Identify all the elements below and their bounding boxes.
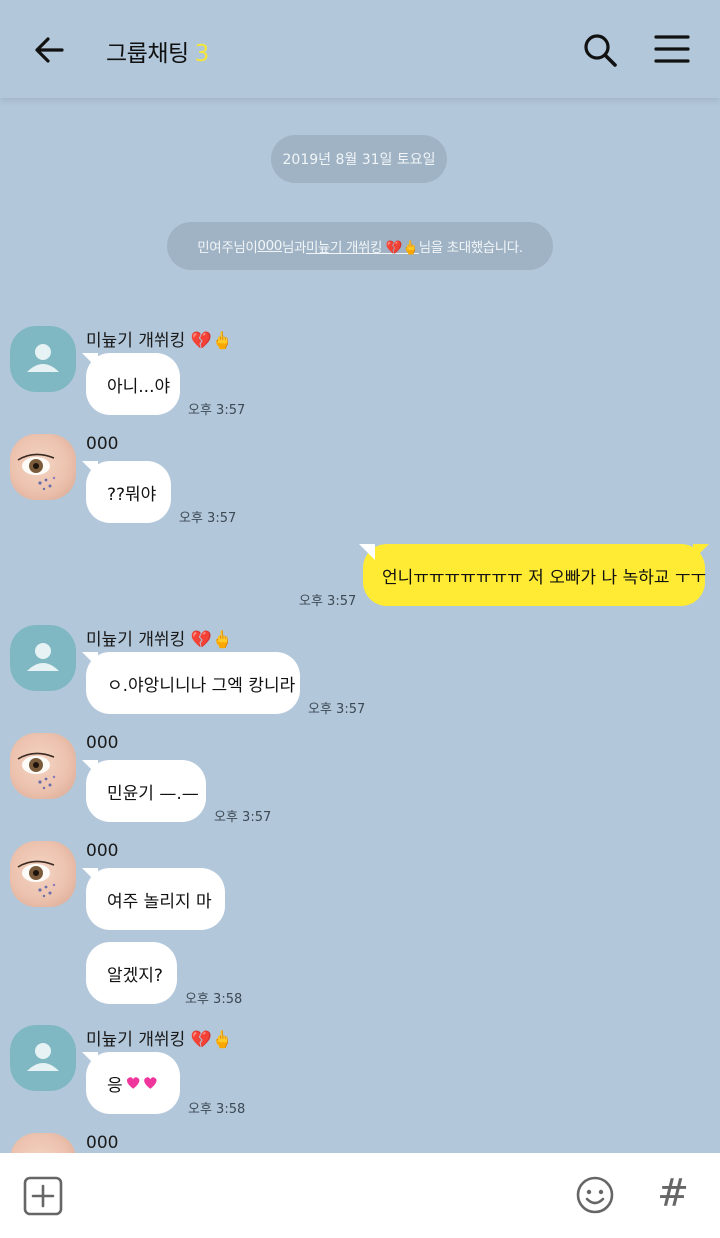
message-text: 여주 놀리지 마 <box>107 891 212 912</box>
avatar[interactable] <box>10 625 76 691</box>
message-bubble[interactable]: 아니...야 <box>86 353 180 415</box>
search-icon[interactable] <box>578 28 622 72</box>
message-text: 민윤기 —.— <box>107 783 199 804</box>
sender-name-text: 미늎기 개쒸킹 <box>86 331 186 351</box>
message-bubble[interactable]: ??뭐야 <box>86 461 171 523</box>
input-bar: # <box>0 1153 720 1238</box>
invited-user-link[interactable]: 000 <box>257 238 282 254</box>
message-bubble[interactable]: 알겠지? <box>86 942 177 1004</box>
sender-name-text: 미늎기 개쒸킹 <box>86 1030 186 1050</box>
avatar[interactable] <box>10 1025 76 1091</box>
default-profile-icon <box>27 643 59 671</box>
sender-emoji: 💔🖕 <box>190 1030 233 1050</box>
avatar[interactable] <box>10 434 76 500</box>
system-middle: 님과 <box>281 240 307 256</box>
profile-photo-icon <box>17 860 56 898</box>
system-prefix: 민여주님이 <box>197 240 258 256</box>
hearts-emoji-icon <box>126 1077 157 1089</box>
sender-name: 000 <box>86 733 119 753</box>
back-arrow-icon[interactable] <box>28 28 72 72</box>
chat-title-text: 그룹채팅 <box>106 41 189 67</box>
message-text: ㅇ.야앙니니나 그엑 캉니라 <box>107 675 296 696</box>
message-time: 오후 3:57 <box>308 702 366 717</box>
message-time: 오후 3:58 <box>188 1102 246 1117</box>
member-count: 3 <box>194 41 210 67</box>
emoticon-icon[interactable] <box>574 1174 616 1216</box>
avatar[interactable] <box>10 326 76 392</box>
message-bubble[interactable]: 응 <box>86 1052 180 1114</box>
menu-icon[interactable] <box>650 28 694 72</box>
hashtag-icon[interactable]: # <box>652 1169 694 1217</box>
sender-name: 000 <box>86 434 119 454</box>
message-bubble[interactable]: 여주 놀리지 마 <box>86 868 225 930</box>
profile-photo-icon <box>17 453 56 491</box>
sender-emoji: 💔🖕 <box>190 630 233 650</box>
message-time: 오후 3:57 <box>214 810 272 825</box>
message-bubble[interactable]: ㅇ.야앙니니나 그엑 캉니라 <box>86 652 300 714</box>
plus-icon[interactable] <box>22 1175 64 1217</box>
chat-header: 그룹채팅 3 <box>0 0 720 98</box>
message-time: 오후 3:57 <box>179 511 237 526</box>
default-profile-icon <box>27 1043 59 1071</box>
message-text: ??뭐야 <box>107 484 157 505</box>
message-text: 언니ㅠㅠㅠㅠㅠㅠㅠ 저 오빠가 나 녹하교 ㅜㅜ <box>382 567 707 588</box>
sender-name: 미늎기 개쒸킹 💔🖕 <box>86 1025 233 1050</box>
sender-name: 미늎기 개쒸킹 💔🖕 <box>86 326 233 351</box>
message-time: 오후 3:58 <box>185 992 243 1007</box>
sender-name: 000 <box>86 1133 119 1153</box>
profile-photo-icon <box>17 752 56 790</box>
sender-name-text: 미늎기 개쒸킹 <box>86 630 186 650</box>
message-time: 오후 3:57 <box>299 594 357 609</box>
avatar[interactable] <box>10 733 76 799</box>
my-message-bubble[interactable]: 언니ㅠㅠㅠㅠㅠㅠㅠ 저 오빠가 나 녹하교 ㅜㅜ <box>363 544 707 606</box>
message-bubble[interactable]: 민윤기 —.— <box>86 760 206 822</box>
message-text: 응 <box>107 1075 123 1096</box>
system-suffix: 님을 초대했습니다. <box>418 240 523 256</box>
sender-emoji: 💔🖕 <box>190 331 233 351</box>
message-time: 오후 3:57 <box>188 403 246 418</box>
date-divider: 2019년 8월 31일 토요일 <box>271 135 447 183</box>
message-text: 아니...야 <box>107 376 171 397</box>
invited-user-link[interactable]: 미늎기 개쒸킹 💔🖕 <box>306 236 419 256</box>
default-profile-icon <box>27 344 59 372</box>
sender-name: 미늎기 개쒸킹 💔🖕 <box>86 625 233 650</box>
avatar[interactable] <box>10 841 76 907</box>
message-text: 알겠지? <box>107 965 163 986</box>
system-message: 민여주님이 000 님과 미늎기 개쒸킹 💔🖕 님을 초대했습니다. <box>167 222 553 270</box>
sender-name: 000 <box>86 841 119 861</box>
chat-title: 그룹채팅 3 <box>106 34 209 68</box>
